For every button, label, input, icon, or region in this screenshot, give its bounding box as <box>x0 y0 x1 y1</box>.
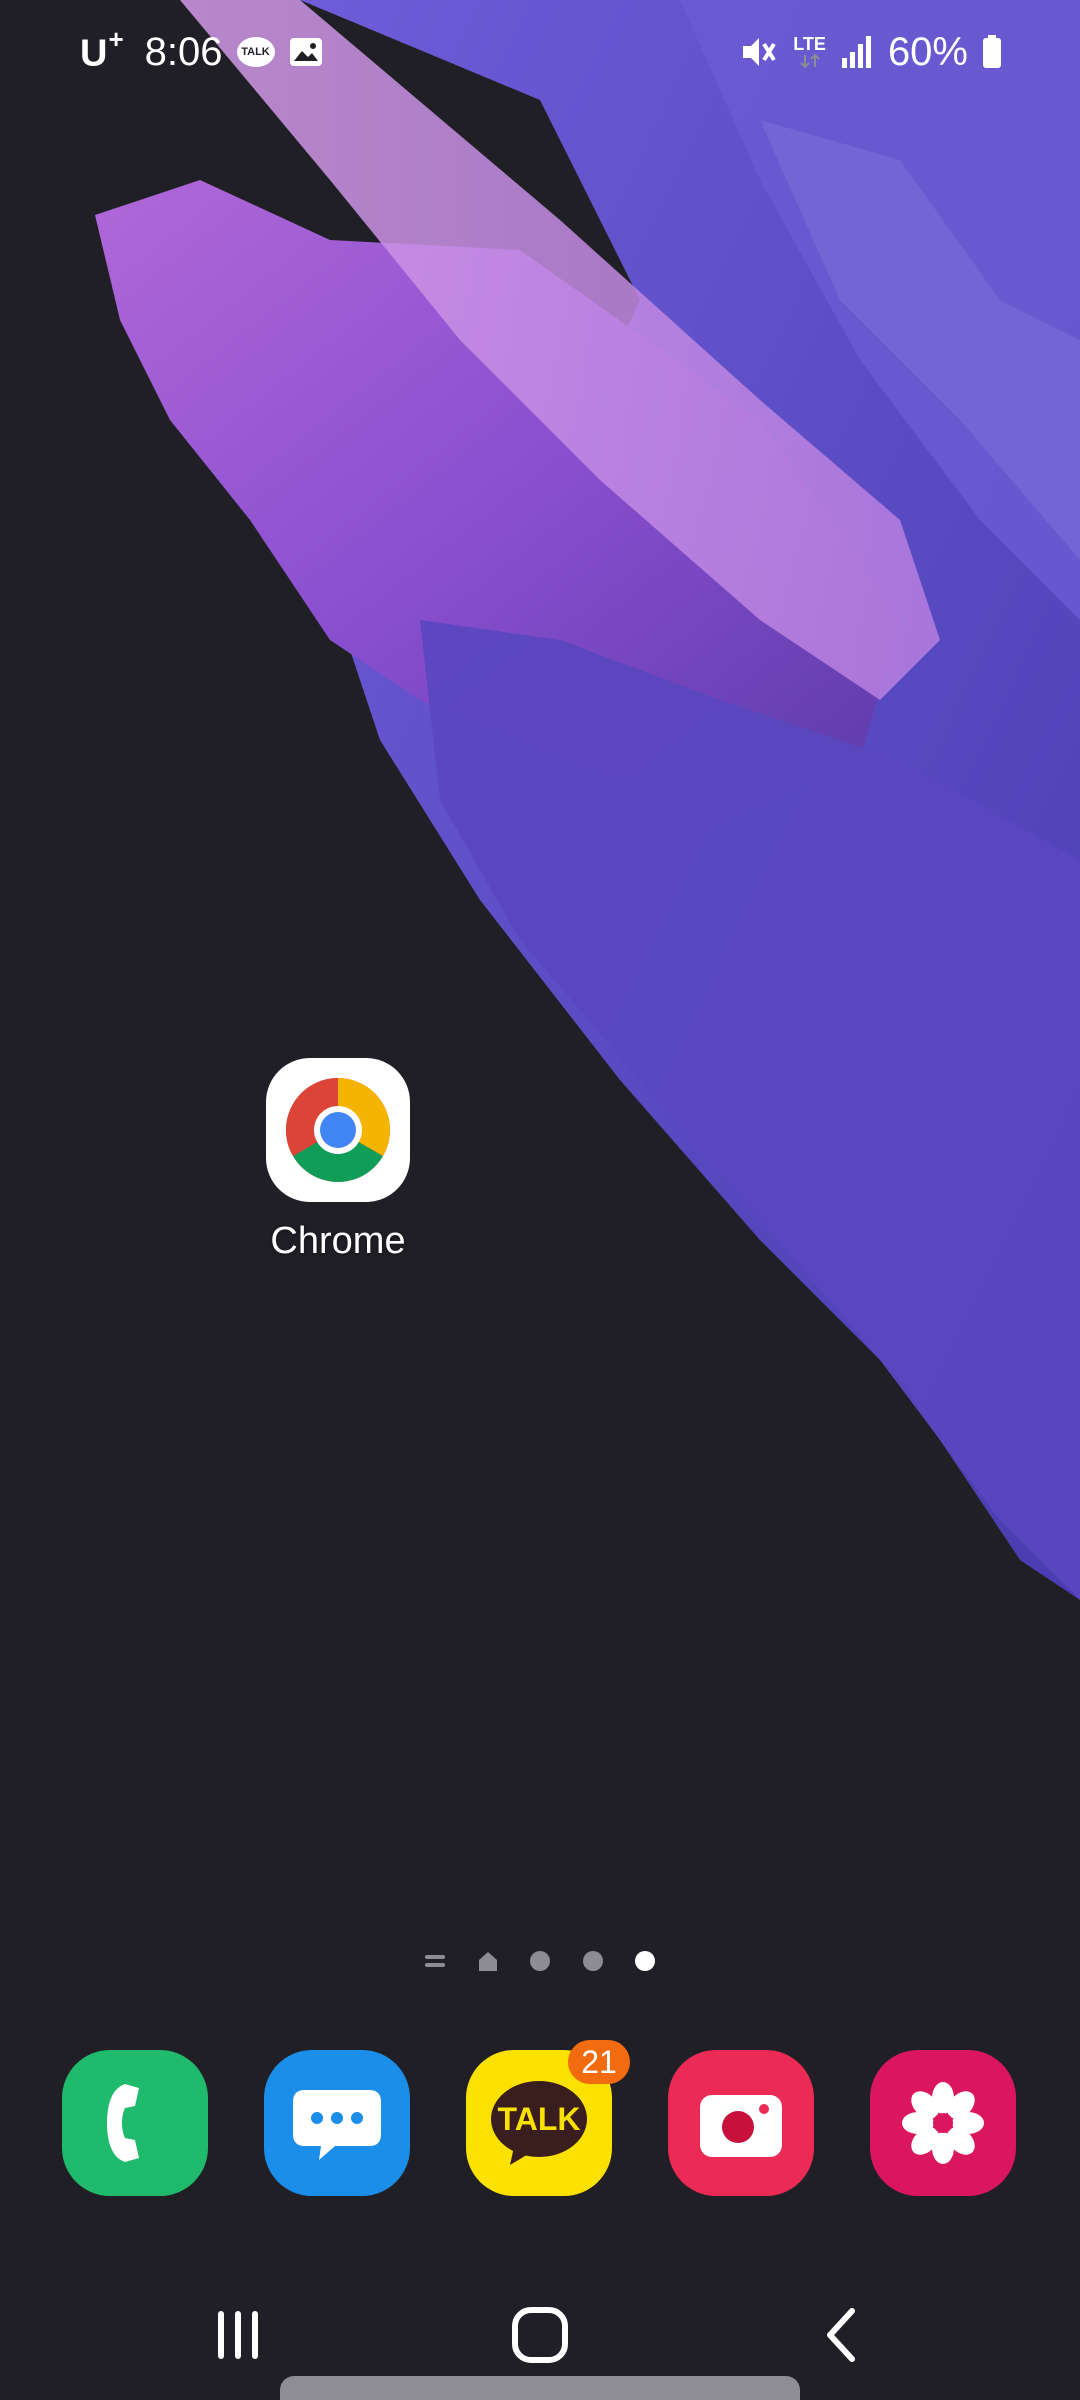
kakaotalk-app[interactable]: TALK 21 <box>466 2040 630 2196</box>
mute-icon <box>743 38 776 66</box>
camera-icon <box>700 2095 782 2157</box>
battery-icon <box>983 35 1001 68</box>
home-icon <box>512 2307 568 2363</box>
messages-app[interactable] <box>264 2050 410 2196</box>
signal-icon <box>841 36 871 68</box>
network-indicator: LTE <box>793 35 826 69</box>
page-dot[interactable] <box>578 1946 608 1976</box>
page-dot-active[interactable] <box>630 1946 660 1976</box>
back-button[interactable] <box>792 2300 892 2370</box>
chrome-icon[interactable] <box>266 1058 410 1202</box>
data-arrows-icon <box>799 53 820 69</box>
chrome-label: Chrome <box>270 1220 406 1262</box>
notification-badge: 21 <box>568 2040 630 2084</box>
page-dot[interactable] <box>525 1946 555 1976</box>
camera-app[interactable] <box>668 2050 814 2196</box>
chrome-app-shortcut[interactable]: Chrome <box>238 1058 438 1263</box>
lte-label: LTE <box>793 34 826 54</box>
gallery-notification-icon <box>289 38 322 66</box>
battery-percentage: 60% <box>887 29 968 74</box>
home-indicator-icon[interactable] <box>473 1946 503 1976</box>
kakaotalk-notification-icon: TALK <box>236 37 275 67</box>
recent-apps-button[interactable] <box>188 2300 288 2370</box>
recent-apps-icon <box>218 2311 258 2359</box>
carrier-label: U+ <box>80 24 125 75</box>
gallery-app[interactable] <box>870 2050 1016 2196</box>
page-indicator[interactable] <box>420 1946 660 1976</box>
phone-app[interactable] <box>62 2050 208 2196</box>
message-icon <box>293 2090 381 2160</box>
clock: 8:06 <box>144 29 223 74</box>
home-button[interactable] <box>490 2300 590 2370</box>
list-indicator-icon[interactable] <box>420 1946 450 1976</box>
flower-icon <box>902 2082 984 2164</box>
kakaotalk-label: TALK <box>497 2100 581 2137</box>
back-icon <box>827 2308 855 2362</box>
status-bar: U+ 8:06 TALK LTE 60% <box>0 0 1080 100</box>
dock: TALK 21 <box>0 2040 1080 2198</box>
gesture-handle[interactable] <box>280 2376 800 2400</box>
navigation-bar <box>0 2280 1080 2380</box>
phone-icon <box>107 2084 139 2162</box>
home-screen: U+ 8:06 TALK LTE 60% Chrome TALK 21 <box>0 0 1080 2400</box>
wallpaper <box>0 0 1080 2400</box>
